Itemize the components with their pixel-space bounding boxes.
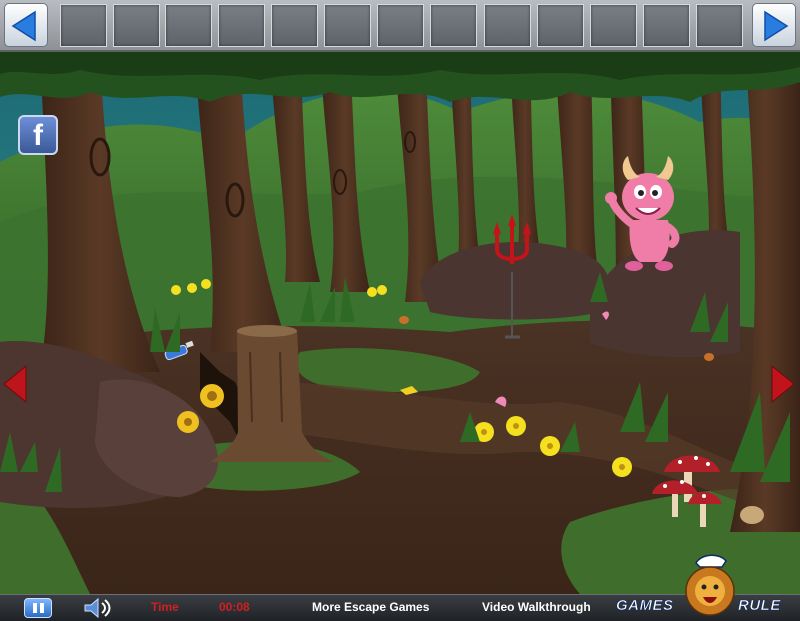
facebook-button[interactable]: f bbox=[18, 115, 58, 155]
inventory-slot[interactable] bbox=[696, 4, 743, 47]
inventory-slot[interactable] bbox=[271, 4, 318, 47]
inventory-slot[interactable] bbox=[643, 4, 690, 47]
red-right-arrow-icon[interactable] bbox=[770, 364, 796, 404]
inventory-slot[interactable] bbox=[218, 4, 265, 47]
forest-background bbox=[0, 52, 800, 594]
more-games-link[interactable]: More Escape Games bbox=[312, 600, 429, 614]
pause-icon bbox=[33, 603, 37, 613]
inventory-slot[interactable] bbox=[60, 4, 107, 47]
lion-mascot-icon bbox=[685, 554, 735, 616]
inventory-next-button[interactable] bbox=[752, 3, 796, 47]
speaker-icon[interactable] bbox=[82, 597, 114, 619]
time-value: 00:08 bbox=[219, 600, 250, 614]
inventory-slot[interactable] bbox=[590, 4, 637, 47]
logo-rule-text: RULE bbox=[738, 597, 781, 615]
games-rule-logo[interactable]: GAMES RULE bbox=[614, 553, 800, 621]
inventory-slot[interactable] bbox=[537, 4, 584, 47]
game-scene: f bbox=[0, 52, 800, 594]
left-arrow-icon bbox=[11, 10, 36, 42]
inventory-bar bbox=[0, 0, 800, 52]
walkthrough-link[interactable]: Video Walkthrough bbox=[482, 600, 591, 614]
inventory-slot[interactable] bbox=[324, 4, 371, 47]
small-acorn[interactable] bbox=[704, 353, 714, 361]
time-label: Time bbox=[151, 600, 179, 614]
inventory-slot[interactable] bbox=[430, 4, 477, 47]
mushroom-cap[interactable] bbox=[740, 506, 764, 524]
inventory-slot[interactable] bbox=[113, 4, 160, 47]
inventory-slot[interactable] bbox=[377, 4, 424, 47]
pause-button[interactable] bbox=[24, 598, 52, 618]
facebook-icon: f bbox=[33, 119, 43, 152]
right-arrow-icon bbox=[764, 10, 789, 42]
small-acorn[interactable] bbox=[399, 316, 409, 324]
inventory-prev-button[interactable] bbox=[4, 3, 48, 47]
inventory-slot[interactable] bbox=[484, 4, 531, 47]
red-left-arrow-icon[interactable] bbox=[2, 364, 28, 404]
inventory-slot[interactable] bbox=[165, 4, 212, 47]
logo-games-text: GAMES bbox=[616, 597, 674, 615]
